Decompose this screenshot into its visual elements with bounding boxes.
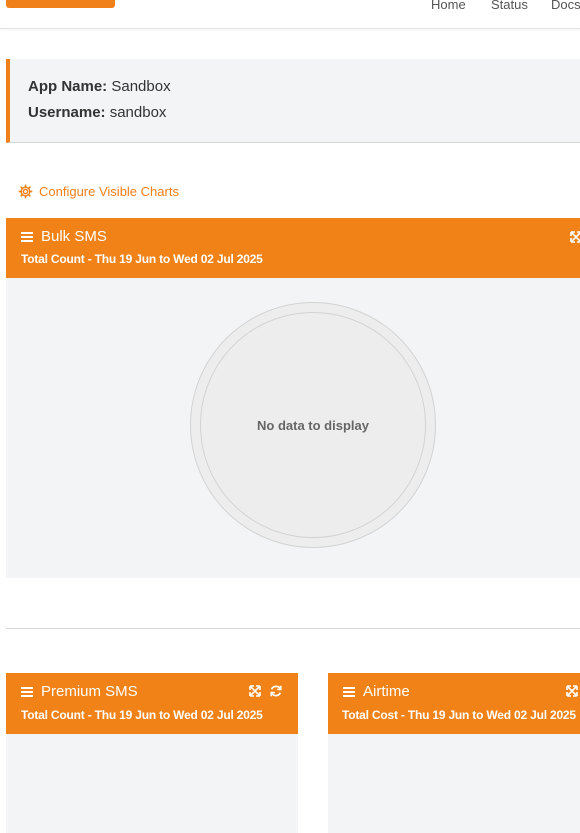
username-label: Username:	[28, 104, 106, 121]
expand-icon[interactable]	[565, 684, 579, 698]
nav-docs-link[interactable]: Docs	[551, 0, 580, 12]
premium-sms-subtitle: Total Count - Thu 19 Jun to Wed 02 Jul 2…	[21, 708, 263, 722]
nav-home-link[interactable]: Home	[431, 0, 466, 12]
bulk-sms-title-text: Bulk SMS	[41, 228, 107, 245]
gear-icon	[18, 184, 33, 199]
bulk-sms-subtitle: Total Count - Thu 19 Jun to Wed 02 Jul 2…	[21, 252, 263, 266]
configure-charts-link[interactable]: Configure Visible Charts	[18, 184, 179, 199]
airtime-title: Airtime	[343, 683, 410, 700]
bulk-sms-card-header: Bulk SMS Total Count - Thu 19 Jun to Wed…	[6, 218, 580, 278]
premium-sms-chart-area	[6, 734, 298, 833]
expand-icon[interactable]	[248, 684, 262, 698]
menu-icon[interactable]	[21, 686, 33, 697]
bulk-sms-chart-area: No data to display	[6, 278, 580, 578]
nav-status-link[interactable]: Status	[491, 0, 528, 12]
empty-donut-inner: No data to display	[200, 312, 426, 538]
expand-icon[interactable]	[569, 230, 580, 244]
app-name-value: Sandbox	[111, 78, 171, 95]
menu-icon[interactable]	[21, 231, 33, 242]
username-row: Username: sandbox	[28, 104, 166, 121]
bulk-sms-title: Bulk SMS	[21, 228, 107, 245]
app-info-panel: App Name: Sandbox Username: sandbox	[6, 59, 580, 143]
premium-sms-title: Premium SMS	[21, 683, 138, 700]
airtime-chart-area	[328, 734, 580, 833]
refresh-icon[interactable]	[269, 684, 283, 698]
top-navbar: Home Status Docs	[0, 0, 580, 29]
brand-button[interactable]	[6, 0, 115, 8]
app-name-row: App Name: Sandbox	[28, 78, 171, 95]
app-name-label: App Name:	[28, 78, 108, 95]
section-divider	[6, 628, 580, 629]
airtime-card-header: Airtime Total Cost - Thu 19 Jun to Wed 0…	[328, 673, 580, 734]
no-data-message: No data to display	[257, 417, 369, 433]
menu-icon[interactable]	[343, 686, 355, 697]
configure-charts-label: Configure Visible Charts	[39, 184, 179, 199]
premium-sms-title-text: Premium SMS	[41, 683, 138, 700]
username-value: sandbox	[109, 104, 167, 121]
airtime-subtitle: Total Cost - Thu 19 Jun to Wed 02 Jul 20…	[342, 708, 576, 722]
premium-sms-card-header: Premium SMS Total Count - Thu 19 Jun to …	[6, 673, 298, 734]
empty-donut-chart: No data to display	[190, 302, 436, 548]
airtime-title-text: Airtime	[363, 683, 410, 700]
